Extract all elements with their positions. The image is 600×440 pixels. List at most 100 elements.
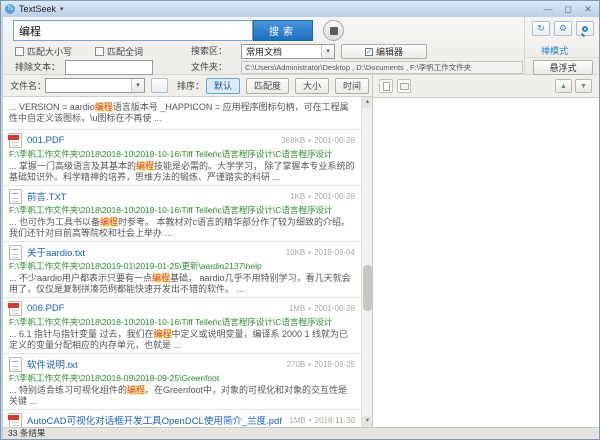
result-item[interactable]: 关于aardio.txt 10KB•2018-09-04 F:\李帆工作文件夹\… — [3, 242, 361, 298]
minimize-button[interactable]: — — [541, 4, 555, 15]
checked-checkbox-icon: ✓ — [365, 48, 373, 56]
title-bar: Ts TextSeek ▾ — ◻ ✕ — [1, 1, 599, 17]
result-date: 2001-06-28 — [314, 136, 355, 145]
sort-button[interactable]: 默认 — [206, 78, 240, 94]
search-panel: 搜索 ↻ ⚙ 匹配大小写 匹配全词 搜索区： 常用文档 — [3, 17, 599, 75]
result-size: 270B — [287, 360, 306, 369]
result-size: 10KB — [286, 248, 306, 257]
sort-label: 排序： — [177, 75, 204, 97]
chevron-down-icon[interactable]: ▾ — [131, 79, 144, 92]
search-input[interactable] — [13, 20, 253, 41]
result-meta: 1MB•2018-11-30 — [283, 416, 355, 425]
client-area: 搜索 ↻ ⚙ 匹配大小写 匹配全词 搜索区： 常用文档 — [3, 17, 599, 439]
result-item[interactable]: AutoCAD可视化对话框开发工具OpenDCL使用简介_兰度.pdf 1MB•… — [3, 410, 361, 427]
maximize-button[interactable]: ◻ — [561, 4, 575, 15]
chevron-down-icon[interactable]: ▾ — [60, 5, 64, 13]
sort-button[interactable]: 大小 — [295, 78, 329, 94]
scrollbar-thumb[interactable] — [363, 265, 372, 311]
pdf-file-icon — [9, 413, 22, 428]
search-button[interactable]: 搜索 — [253, 20, 313, 41]
result-title[interactable]: 006.PDF — [27, 303, 65, 314]
float-mode-button[interactable]: 悬浮式 — [533, 60, 593, 75]
result-meta: 270B•2018-09-25 — [281, 360, 355, 369]
result-snippet: ... 6.1 指针与指针变量 过去，我们在编程中定义或说明变量，编译系 200… — [9, 329, 355, 350]
match-case-checkbox[interactable] — [15, 47, 24, 56]
zone-dropdown[interactable]: 常用文档 ▾ — [241, 44, 335, 59]
highlighted-term: 编程 — [152, 273, 170, 283]
highlighted-term: 编程 — [95, 102, 113, 112]
result-meta: 1KB•2001-06-28 — [284, 192, 355, 201]
result-item[interactable]: • ... VERSION = aardio编程语言版本号 _HAPPICON … — [3, 97, 361, 130]
document-icon — [383, 82, 390, 91]
pdf-file-icon — [9, 133, 22, 148]
result-count: 33 条结果 — [8, 428, 45, 438]
result-date: 2001-06-28 — [314, 192, 355, 201]
preview-toolbar: ▲ ▼ — [373, 75, 599, 97]
match-word-label: 匹配全词 — [107, 45, 143, 58]
result-title[interactable]: 前言.TXT — [27, 189, 67, 203]
result-item[interactable]: 前言.TXT 1KB•2001-06-28 F:\李帆工作文件夹\2018\20… — [3, 186, 361, 242]
match-word-option[interactable]: 匹配全词 — [95, 44, 143, 59]
result-date: 2018-09-25 — [314, 360, 355, 369]
match-case-option[interactable]: 匹配大小写 — [15, 44, 72, 59]
chevron-down-icon[interactable]: ▾ — [321, 45, 334, 58]
result-title[interactable]: 关于aardio.txt — [27, 245, 85, 259]
result-snippet: ... 特别适合练习可视化组件的编程。在Greenfoot中，对象的可视化和对象… — [9, 385, 355, 406]
results-scrollbar[interactable]: ▲ ▼ — [361, 97, 372, 427]
sort-button[interactable]: 匹配度 — [246, 78, 289, 94]
result-snippet: ... 不少aardio用户都表示只要有一点编程基础， aardio几乎不用特别… — [9, 273, 355, 294]
folder-paths-field[interactable]: C:\Users\Administrator\Desktop , D:\Docu… — [241, 61, 523, 74]
result-meta: 368KB•2001-06-28 — [275, 136, 355, 145]
meta-dot: • — [308, 248, 311, 257]
result-item[interactable]: 006.PDF 1MB•2001-06-28 F:\李帆工作文件夹\2018\2… — [3, 298, 361, 354]
result-path: F:\李帆工作文件夹\2018\2018-10\2018-10-16\Tiff … — [9, 316, 355, 328]
txt-file-icon — [9, 245, 22, 260]
open-file-button[interactable] — [379, 79, 393, 93]
result-snippet: ... 掌握一门高级语言及其基本的编程技能是必需的。大学学习， 除了掌握本专业系… — [9, 161, 355, 182]
result-path: F:\李帆工作文件夹\2018\2019-01\2019-01-25\更新\aa… — [9, 260, 355, 272]
next-match-button[interactable]: ▼ — [575, 79, 592, 93]
txt-file-icon — [9, 357, 22, 372]
filename-combo[interactable]: ▾ — [45, 78, 145, 93]
result-meta: 10KB•2018-09-04 — [280, 248, 355, 257]
meta-dot: • — [308, 304, 311, 313]
result-size: 1MB — [289, 304, 305, 313]
result-size: 1KB — [290, 192, 305, 201]
result-date: 2001-06-28 — [314, 304, 355, 313]
exclude-input[interactable] — [65, 60, 153, 75]
refresh-button[interactable]: ↻ — [532, 21, 550, 36]
result-item[interactable]: 001.PDF 368KB•2001-06-28 F:\李帆工作文件夹\2018… — [3, 130, 361, 186]
previous-match-button[interactable]: ▲ — [555, 79, 572, 93]
results-list[interactable]: • ... VERSION = aardio编程语言版本号 _HAPPICON … — [3, 97, 361, 427]
result-title[interactable]: AutoCAD可视化对话框开发工具OpenDCL使用简介_兰度.pdf — [27, 413, 282, 427]
folder-label: 文件夹： — [191, 60, 227, 75]
highlighted-term: 编程 — [127, 385, 145, 395]
stop-icon — [330, 27, 338, 35]
zone-label: 搜索区： — [191, 44, 227, 59]
zen-mode-link[interactable]: 禅模式 — [541, 44, 568, 59]
folder-icon — [400, 83, 409, 90]
editor-toggle-button[interactable]: ✓ 编辑器 — [341, 44, 427, 59]
advanced-search-button[interactable] — [576, 21, 594, 36]
open-folder-button[interactable] — [397, 79, 411, 93]
up-arrow-icon: ▲ — [560, 83, 567, 90]
close-button[interactable]: ✕ — [581, 4, 595, 15]
sort-button[interactable]: 时间 — [335, 78, 369, 94]
refresh-icon: ↻ — [537, 23, 545, 34]
match-word-checkbox[interactable] — [95, 47, 104, 56]
result-item[interactable]: 软件说明.txt 270B•2018-09-25 F:\李帆工作文件夹\2018… — [3, 354, 361, 410]
result-date: 2018-11-30 — [315, 416, 355, 425]
preview-pane[interactable] — [373, 97, 599, 427]
highlighted-term: 编程 — [100, 217, 118, 227]
settings-button[interactable]: ⚙ — [554, 21, 572, 36]
result-title[interactable]: 软件说明.txt — [27, 357, 78, 371]
window-title: TextSeek — [19, 4, 56, 14]
filter-button[interactable] — [151, 78, 168, 93]
stop-button[interactable] — [323, 20, 344, 41]
gear-icon: ⚙ — [559, 23, 567, 34]
result-path: F:\李帆工作文件夹\2018\2018-10\2018-10-16\Tiff … — [9, 204, 355, 216]
filename-label: 文件名： — [10, 75, 46, 97]
result-title[interactable]: 001.PDF — [27, 135, 65, 146]
result-snippet: ... VERSION = aardio编程语言版本号 _HAPPICON = … — [9, 102, 355, 123]
result-date: 2018-09-04 — [314, 248, 355, 257]
